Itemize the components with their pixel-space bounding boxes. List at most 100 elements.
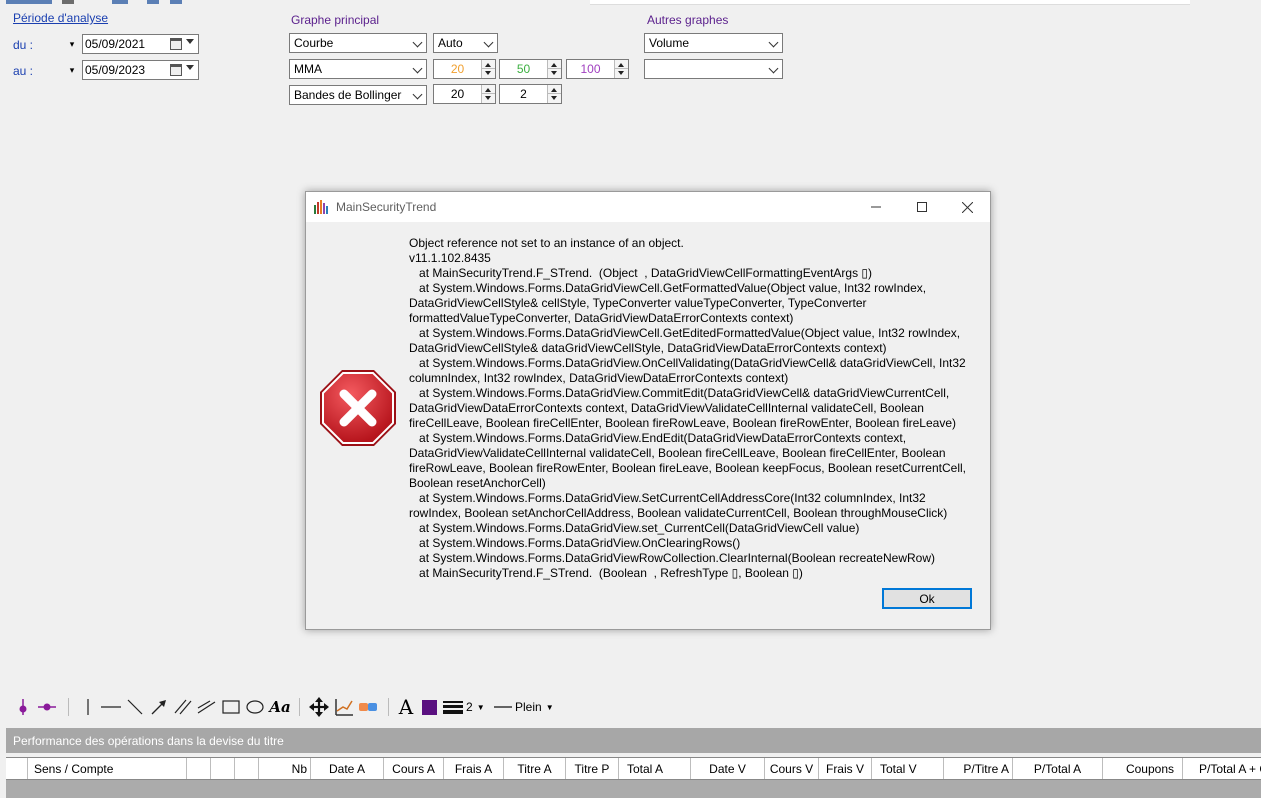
horizontal-line-tool[interactable] bbox=[101, 695, 121, 719]
column-header[interactable]: Total A bbox=[619, 758, 691, 779]
vertical-marker-tool[interactable] bbox=[12, 695, 34, 719]
column-header[interactable] bbox=[211, 758, 235, 779]
scale-value: Auto bbox=[438, 36, 463, 50]
chevron-down-icon bbox=[768, 37, 779, 48]
mma-long-stepper[interactable]: 100 bbox=[566, 59, 629, 79]
calendar-icon bbox=[170, 38, 182, 50]
mma-medium-stepper[interactable]: 50 bbox=[499, 59, 562, 79]
font-icon: A bbox=[398, 695, 414, 719]
from-date-value: 05/09/2021 bbox=[85, 37, 146, 51]
column-header[interactable]: Titre A bbox=[504, 758, 566, 779]
analysis-period-title[interactable]: Période d'analyse bbox=[13, 11, 108, 25]
bollinger-period-value: 20 bbox=[450, 87, 465, 101]
stepper-arrows[interactable] bbox=[547, 85, 561, 103]
line-width-dropdown[interactable]: 2 ▼ bbox=[443, 695, 489, 719]
eraser-tool[interactable] bbox=[357, 695, 379, 719]
drawing-toolbar: Aa A 2 ▼ Plein ▼ bbox=[8, 695, 608, 719]
column-header[interactable]: Nb bbox=[259, 758, 311, 779]
bollinger-deviation-value: 2 bbox=[520, 87, 527, 101]
move-tool[interactable] bbox=[308, 695, 330, 719]
minimize-button[interactable] bbox=[853, 192, 899, 222]
text-tool-icon: Aa bbox=[269, 698, 291, 716]
vertical-line-tool[interactable] bbox=[80, 695, 96, 719]
stepper-arrows[interactable] bbox=[614, 60, 628, 78]
eraser-icon bbox=[359, 703, 377, 711]
ellipse-tool[interactable] bbox=[245, 695, 265, 719]
column-header[interactable]: Cours V bbox=[765, 758, 819, 779]
horizontal-line-icon bbox=[101, 706, 121, 708]
error-dialog: MainSecurityTrend Object reference not s… bbox=[305, 191, 991, 630]
grid-body[interactable] bbox=[6, 780, 1261, 798]
font-tool[interactable]: A bbox=[396, 695, 416, 719]
dialog-titlebar[interactable]: MainSecurityTrend bbox=[306, 192, 990, 222]
column-header[interactable]: Titre P bbox=[566, 758, 619, 779]
top-strip-panel bbox=[590, 0, 1190, 5]
bollinger-deviation-stepper[interactable]: 2 bbox=[499, 84, 562, 104]
to-date-picker[interactable]: 05/09/2023 bbox=[82, 60, 199, 80]
move-arrows-icon bbox=[309, 697, 329, 717]
horizontal-marker-tool[interactable] bbox=[36, 695, 58, 719]
vertical-line-icon bbox=[87, 699, 89, 715]
ok-button[interactable]: Ok bbox=[882, 588, 972, 609]
column-header[interactable]: Total V bbox=[872, 758, 944, 779]
chart-edit-icon bbox=[335, 699, 353, 716]
close-button[interactable] bbox=[944, 192, 990, 222]
chart-edit-tool[interactable] bbox=[333, 695, 355, 719]
bollinger-period-stepper[interactable]: 20 bbox=[433, 84, 496, 104]
column-header[interactable]: Frais A bbox=[444, 758, 504, 779]
channel-icon bbox=[197, 700, 216, 714]
calendar-icon bbox=[170, 64, 182, 76]
column-header[interactable]: Frais V bbox=[819, 758, 872, 779]
color-swatch-icon bbox=[421, 699, 437, 715]
top-toolbar-button[interactable] bbox=[170, 0, 182, 4]
mma-short-stepper[interactable]: 20 bbox=[433, 59, 496, 79]
indicator1-select[interactable]: MMA bbox=[289, 59, 427, 79]
mma-long-value: 100 bbox=[580, 62, 601, 76]
line-style-dropdown[interactable]: Plein ▼ bbox=[494, 695, 558, 719]
parallel-lines-tool[interactable] bbox=[174, 695, 192, 719]
ellipse-icon bbox=[246, 700, 264, 714]
top-toolbar-button[interactable] bbox=[6, 0, 52, 4]
top-toolbar-button[interactable] bbox=[112, 0, 128, 4]
dialog-title: MainSecurityTrend bbox=[336, 200, 437, 214]
from-date-picker[interactable]: 05/09/2021 bbox=[82, 34, 199, 54]
rectangle-tool[interactable] bbox=[221, 695, 241, 719]
grid-column-headers: Sens / Compte Nb Date A Cours A Frais A … bbox=[6, 757, 1261, 780]
column-header[interactable] bbox=[235, 758, 259, 779]
other-graph2-select[interactable] bbox=[644, 59, 783, 79]
column-header[interactable]: Coupons bbox=[1103, 758, 1183, 779]
row-header-corner[interactable] bbox=[6, 758, 28, 779]
to-date-quick-dropdown[interactable]: ▾ bbox=[65, 60, 79, 80]
from-date-quick-dropdown[interactable]: ▾ bbox=[65, 34, 79, 54]
top-toolbar-button[interactable] bbox=[147, 0, 159, 4]
chevron-down-icon bbox=[186, 65, 194, 70]
column-header[interactable] bbox=[187, 758, 211, 779]
line-width-value: 2 bbox=[466, 700, 473, 714]
from-label: du : bbox=[13, 38, 34, 52]
chart-type-select[interactable]: Courbe bbox=[289, 33, 427, 53]
column-header[interactable]: Sens / Compte bbox=[28, 758, 187, 779]
channel-tool[interactable] bbox=[197, 695, 217, 719]
indicator1-value: MMA bbox=[294, 62, 322, 76]
column-header[interactable]: Date A bbox=[311, 758, 384, 779]
text-tool[interactable]: Aa bbox=[268, 695, 292, 719]
column-header[interactable]: Date V bbox=[691, 758, 765, 779]
column-header[interactable]: P/Total A bbox=[1013, 758, 1103, 779]
column-header[interactable]: P/Titre A bbox=[944, 758, 1013, 779]
maximize-button[interactable] bbox=[899, 192, 945, 222]
vertical-marker-icon bbox=[19, 699, 27, 715]
top-toolbar-button[interactable] bbox=[62, 0, 74, 4]
indicator2-value: Bandes de Bollinger bbox=[294, 88, 402, 102]
other-graph1-select[interactable]: Volume bbox=[644, 33, 783, 53]
chevron-down-icon bbox=[186, 39, 194, 44]
indicator2-select[interactable]: Bandes de Bollinger bbox=[289, 85, 427, 105]
stepper-arrows[interactable] bbox=[547, 60, 561, 78]
scale-select[interactable]: Auto bbox=[433, 33, 498, 53]
color-picker-button[interactable] bbox=[419, 695, 439, 719]
arrow-tool[interactable] bbox=[150, 695, 168, 719]
stepper-arrows[interactable] bbox=[481, 85, 495, 103]
trend-line-tool[interactable] bbox=[126, 695, 144, 719]
column-header[interactable]: Cours A bbox=[384, 758, 444, 779]
stepper-arrows[interactable] bbox=[481, 60, 495, 78]
column-header[interactable]: P/Total A + C bbox=[1183, 758, 1261, 779]
